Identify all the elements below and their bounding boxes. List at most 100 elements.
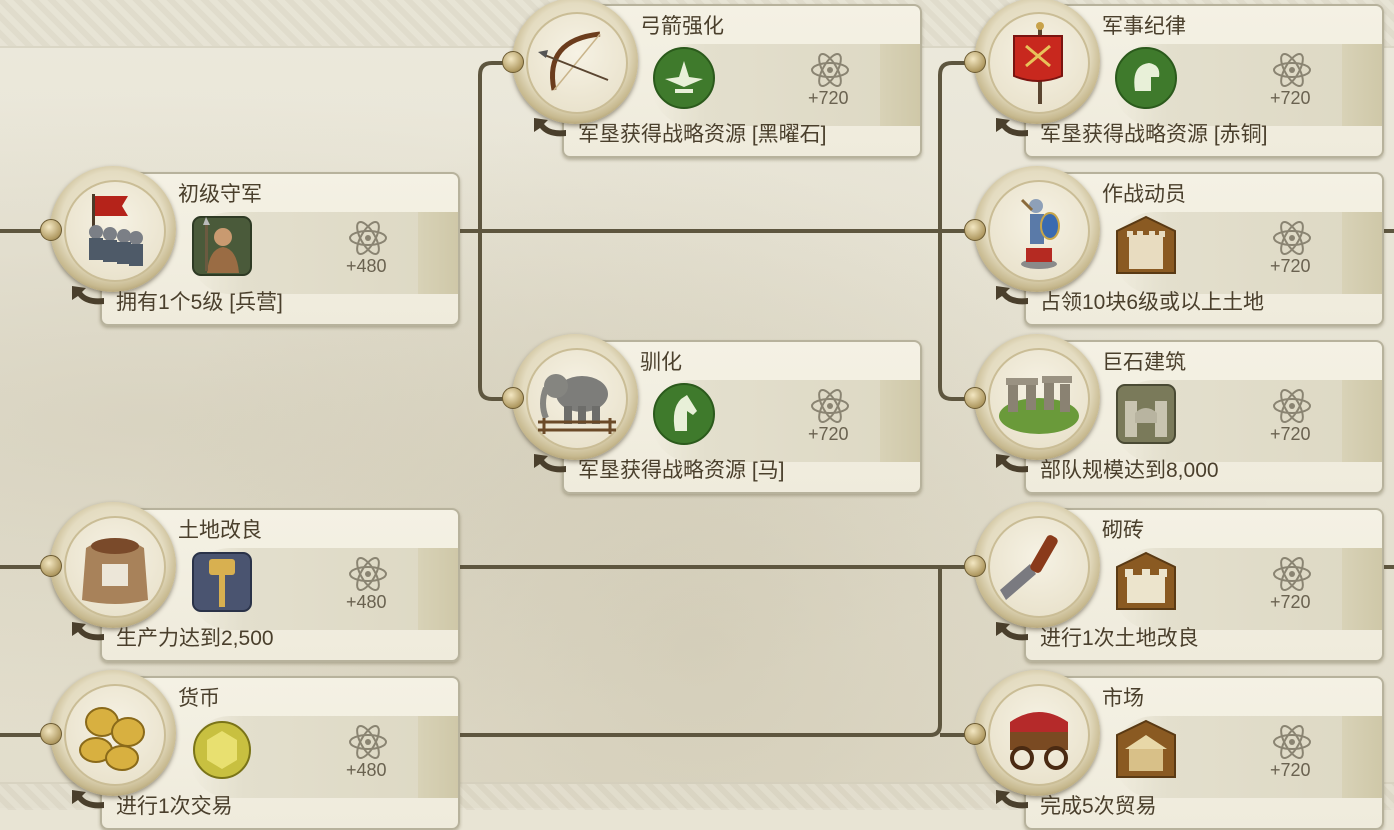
- connector-knob: [40, 219, 62, 241]
- tech-requirement: 进行1次交易: [116, 795, 233, 818]
- market-cart-icon: [1010, 712, 1068, 770]
- tech-title: 作战动员: [1102, 183, 1186, 206]
- soldiers-icon: [89, 194, 143, 266]
- science-cost: +720: [1270, 88, 1311, 108]
- science-cost: +720: [808, 88, 849, 108]
- elephant-icon: [538, 374, 616, 434]
- market-stall-icon: [1116, 719, 1176, 778]
- tech-title: 军事纪律: [1102, 15, 1186, 38]
- grain-sack-icon: [82, 538, 148, 604]
- tech-title: 驯化: [640, 351, 682, 374]
- wall-building-icon: [1116, 215, 1176, 274]
- tech-node[interactable]: 砌砖 +720 进行1次土地改良: [964, 502, 1384, 662]
- connector-knob: [502, 387, 524, 409]
- tech-medallion[interactable]: [974, 670, 1100, 796]
- red-banner-icon: [1013, 22, 1063, 104]
- science-icon: [349, 557, 387, 591]
- prerequisite-arrow-icon: [996, 286, 1028, 305]
- tech-medallion[interactable]: [512, 334, 638, 460]
- helmet-icon: [1115, 47, 1177, 109]
- prerequisite-arrow-icon: [534, 454, 566, 473]
- horse-head-icon: [653, 383, 715, 445]
- prerequisite-arrow-icon: [996, 622, 1028, 641]
- science-icon: [1273, 221, 1311, 255]
- tech-title: 市场: [1102, 687, 1144, 710]
- tech-node[interactable]: 驯化 +720 军垦获得战略资源 [马]: [502, 334, 922, 494]
- tech-medallion[interactable]: [974, 166, 1100, 292]
- tech-requirement: 部队规模达到8,000: [1040, 459, 1219, 482]
- tech-node[interactable]: 作战动员 +720 占领10块6级或以上土地: [964, 166, 1384, 326]
- connector-knob: [40, 555, 62, 577]
- connector-knob: [964, 51, 986, 73]
- tech-requirement: 拥有1个5级 [兵营]: [116, 291, 283, 314]
- connector-knob: [964, 219, 986, 241]
- prerequisite-arrow-icon: [534, 118, 566, 137]
- science-cost: +720: [1270, 760, 1311, 780]
- science-icon: [1273, 389, 1311, 423]
- tech-title: 巨石建筑: [1102, 351, 1186, 374]
- tech-node[interactable]: 市场 +720 完成5次贸易: [964, 670, 1384, 830]
- science-cost: +480: [346, 592, 387, 612]
- tech-requirement: 生产力达到2,500: [116, 627, 274, 650]
- science-icon: [349, 221, 387, 255]
- connector-knob: [964, 387, 986, 409]
- hammer-icon: [192, 552, 252, 612]
- science-cost: +720: [1270, 592, 1311, 612]
- connector-knob: [964, 555, 986, 577]
- prerequisite-arrow-icon: [996, 790, 1028, 809]
- tech-title: 弓箭强化: [640, 15, 724, 38]
- tech-title: 土地改良: [178, 519, 262, 542]
- tech-node[interactable]: 巨石建筑 +720 部队规模达到8,000: [964, 334, 1384, 494]
- tech-node[interactable]: 土地改良 +480 生产力达到2,500: [40, 502, 460, 662]
- science-icon: [811, 53, 849, 87]
- prerequisite-arrow-icon: [72, 622, 104, 641]
- connector-knob: [40, 723, 62, 745]
- science-icon: [811, 389, 849, 423]
- tech-node[interactable]: 军事纪律 +720 军垦获得战略资源 [赤铜]: [964, 0, 1384, 158]
- tech-title: 货币: [178, 687, 220, 710]
- tech-medallion[interactable]: [512, 0, 638, 124]
- tech-medallion[interactable]: [50, 670, 176, 796]
- knight-statue-icon: [1020, 198, 1060, 269]
- prerequisite-arrow-icon: [996, 118, 1028, 137]
- tech-medallion[interactable]: [50, 166, 176, 292]
- science-icon: [349, 725, 387, 759]
- tech-node[interactable]: 货币 +480 进行1次交易: [40, 670, 460, 830]
- tech-requirement: 军垦获得战略资源 [马]: [578, 459, 785, 482]
- prerequisite-arrow-icon: [72, 286, 104, 305]
- tech-requirement: 军垦获得战略资源 [赤铜]: [1040, 123, 1268, 146]
- prerequisite-arrow-icon: [72, 790, 104, 809]
- stone-gate-icon: [1116, 384, 1176, 444]
- tech-medallion[interactable]: [974, 0, 1100, 124]
- trowel-icon: [1000, 535, 1058, 600]
- tech-title: 砌砖: [1102, 519, 1144, 542]
- science-icon: [1273, 53, 1311, 87]
- science-cost: +720: [808, 424, 849, 444]
- science-cost: +480: [346, 760, 387, 780]
- science-cost: +720: [1270, 424, 1311, 444]
- tech-title: 初级守军: [178, 183, 262, 206]
- prerequisite-arrow-icon: [996, 454, 1028, 473]
- gold-coins-icon: [79, 707, 145, 771]
- tech-requirement: 军垦获得战略资源 [黑曜石]: [578, 123, 827, 146]
- warrior-icon: [192, 216, 252, 276]
- science-icon: [1273, 557, 1311, 591]
- bow-icon: [538, 31, 609, 91]
- tech-medallion[interactable]: [974, 502, 1100, 628]
- tech-requirement: 占领10块6级或以上土地: [1040, 291, 1265, 314]
- tech-medallion[interactable]: [50, 502, 176, 628]
- tech-requirement: 进行1次土地改良: [1040, 627, 1199, 650]
- stonehenge-icon: [999, 376, 1079, 434]
- connector-knob: [502, 51, 524, 73]
- tech-medallion[interactable]: [974, 334, 1100, 460]
- gold-coin-icon: [193, 721, 251, 779]
- science-cost: +720: [1270, 256, 1311, 276]
- tech-requirement: 完成5次贸易: [1040, 795, 1157, 818]
- connector-knob: [964, 723, 986, 745]
- obsidian-icon: [653, 47, 715, 109]
- tech-node[interactable]: 初级守军 +480 拥有1个5级 [兵营]: [40, 166, 460, 326]
- science-icon: [1273, 725, 1311, 759]
- science-cost: +480: [346, 256, 387, 276]
- tech-node[interactable]: 弓箭强化 +720 军垦获得战略资源 [黑曜石]: [502, 0, 922, 158]
- brick-wall-icon: [1116, 551, 1176, 610]
